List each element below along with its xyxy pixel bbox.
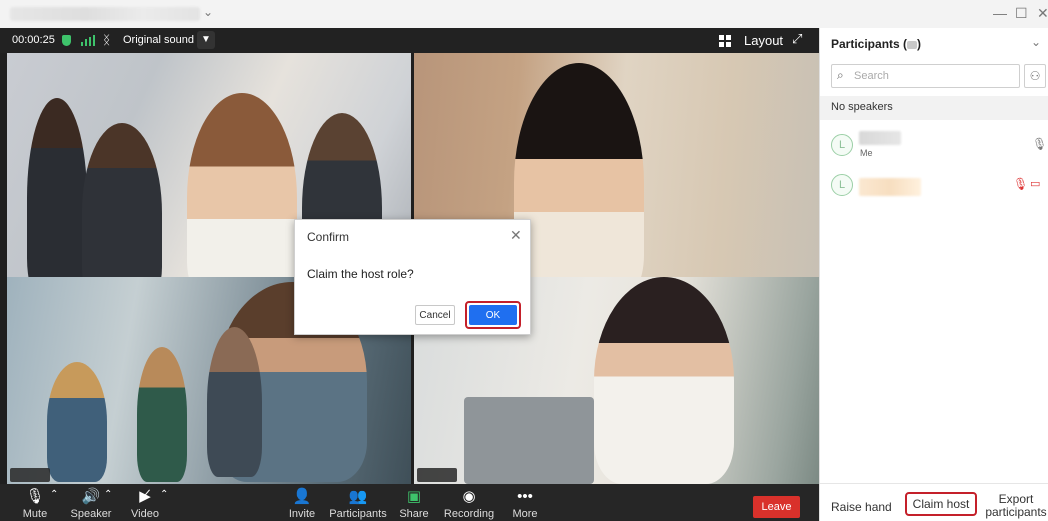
participant-name-blurred — [859, 178, 921, 196]
microphone-muted-icon[interactable]: 🎙 — [1013, 177, 1028, 191]
video-options-caret[interactable]: ⌃ — [160, 489, 168, 500]
panel-title: Participants () — [831, 37, 921, 51]
mute-button[interactable]: 🎙 Mute — [18, 484, 52, 521]
audio-wave-icon: ᛝ — [103, 33, 111, 47]
participants-button[interactable]: 👥 Participants — [329, 484, 387, 521]
layout-button[interactable]: Layout — [744, 33, 783, 48]
meeting-toolbar: 🎙 Mute ⌃ 🔊 Speaker ⌃ ▶̸ Video ⌃ 👤 Invite… — [0, 484, 819, 521]
chevron-down-icon: ▼ — [201, 34, 211, 45]
export-participants-button[interactable]: Export participants — [984, 493, 1048, 519]
speaker-options-caret[interactable]: ⌃ — [104, 489, 112, 500]
search-icon: ⌕ — [837, 68, 844, 82]
microphone-icon[interactable]: 🎙 — [1032, 137, 1047, 151]
meeting-timer: 00:00:25 — [12, 34, 55, 46]
layout-grid-icon[interactable] — [719, 35, 731, 47]
participant-video — [187, 93, 297, 300]
invite-button[interactable]: 👤 Invite — [285, 484, 319, 521]
participants-panel: Participants () ⌄ ⌕ ⚇ No speakers L Me 🎙… — [819, 28, 1048, 521]
participant-me-tag: Me — [860, 148, 873, 158]
raise-hand-button[interactable]: Raise hand — [831, 500, 892, 514]
mute-label: Mute — [22, 508, 48, 520]
maximize-button[interactable]: ☐ — [1015, 5, 1028, 22]
confirm-dialog: Confirm ✕ Claim the host role? Cancel OK — [294, 219, 531, 335]
video-off-icon: ▶̸ — [139, 488, 151, 505]
signal-icon — [81, 35, 95, 46]
participant-count-blurred — [907, 40, 918, 49]
speaker-label: Speaker — [70, 508, 112, 520]
minimize-button[interactable]: — — [993, 5, 1007, 21]
original-sound-label[interactable]: Original sound — [123, 34, 194, 46]
window-title-blurred — [10, 7, 200, 21]
camera-off-icon[interactable]: ▭ — [1030, 177, 1040, 190]
add-user-icon: 👤 — [292, 488, 312, 505]
search-input[interactable] — [854, 68, 1014, 84]
microphone-icon: 🎙 — [25, 488, 45, 505]
dialog-title: Confirm — [307, 230, 350, 244]
video-button[interactable]: ▶̸ Video — [128, 484, 162, 521]
shield-icon — [62, 35, 71, 46]
chevron-down-icon[interactable]: ⌄ — [1031, 35, 1041, 49]
window-titlebar: ⌄ — ☐ ✕ — [0, 0, 1048, 28]
recording-label: Recording — [443, 508, 495, 520]
meeting-app: ⌄ — ☐ ✕ 00:00:25 ᛝ Original sound ▼ Layo… — [0, 0, 1048, 521]
add-participant-icon[interactable]: ⚇ — [1024, 64, 1046, 88]
panel-footer: Raise hand Claim host Export participant… — [820, 483, 1048, 521]
close-window-button[interactable]: ✕ — [1037, 5, 1048, 22]
search-box[interactable]: ⌕ — [831, 64, 1020, 88]
share-button[interactable]: ▣ Share — [397, 484, 431, 521]
avatar: L — [831, 134, 853, 156]
fullscreen-icon[interactable]: ⤢ — [792, 31, 802, 47]
participant-row[interactable]: L 🎙 ▭ — [820, 168, 1048, 200]
participants-label: Participants — [329, 508, 387, 520]
participants-icon: 👥 — [348, 488, 368, 505]
original-sound-dropdown[interactable]: ▼ — [197, 31, 215, 49]
speakers-section: No speakers — [820, 96, 1048, 120]
invite-label: Invite — [288, 508, 316, 520]
participant-row[interactable]: L Me 🎙 — [820, 128, 1048, 160]
participant-video — [82, 123, 162, 300]
video-label: Video — [131, 508, 159, 520]
participant-video — [47, 362, 107, 482]
laptop — [464, 397, 594, 484]
participant-name-blurred — [859, 131, 901, 145]
avatar: L — [831, 174, 853, 196]
leave-button[interactable]: Leave — [753, 496, 800, 518]
mute-options-caret[interactable]: ⌃ — [50, 489, 58, 500]
ok-button[interactable]: OK — [469, 305, 517, 325]
participant-video — [137, 347, 187, 482]
dialog-message: Claim the host role? — [307, 267, 414, 281]
participant-video — [27, 98, 87, 298]
share-screen-icon: ▣ — [406, 488, 422, 505]
export-label-line1: Export — [998, 492, 1034, 506]
participant-video — [514, 63, 644, 300]
panel-title-close: ) — [917, 37, 922, 51]
more-label: More — [512, 508, 538, 520]
panel-title-text: Participants ( — [831, 37, 908, 51]
tile-name-tag — [417, 468, 457, 482]
share-label: Share — [399, 508, 429, 520]
claim-host-button[interactable]: Claim host — [905, 492, 977, 516]
tile-name-tag — [10, 468, 50, 482]
participant-video — [594, 277, 734, 484]
export-label-line2: participants — [985, 505, 1047, 519]
recording-button[interactable]: ◉ Recording — [442, 484, 496, 521]
meeting-topbar: 00:00:25 ᛝ Original sound ▼ Layout ⤢ — [0, 28, 819, 53]
more-button[interactable]: ••• More — [508, 484, 542, 521]
more-icon: ••• — [517, 488, 533, 505]
participant-video — [207, 327, 262, 477]
record-icon: ◉ — [462, 488, 476, 505]
cancel-button[interactable]: Cancel — [415, 305, 455, 325]
close-icon[interactable]: ✕ — [510, 227, 522, 244]
chevron-down-icon[interactable]: ⌄ — [203, 5, 213, 19]
